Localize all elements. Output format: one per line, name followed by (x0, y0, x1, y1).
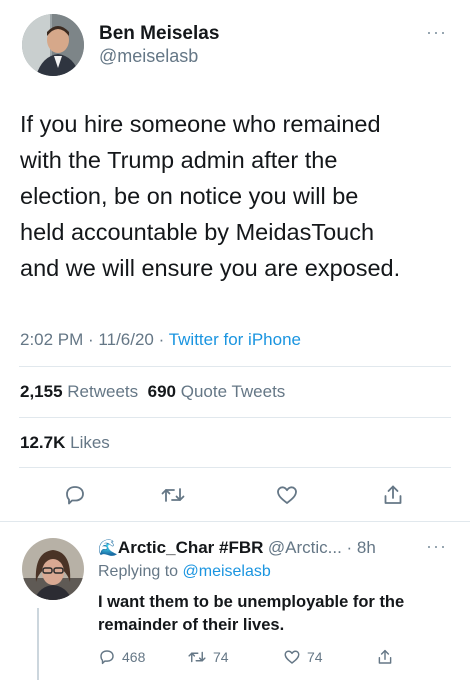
share-icon (384, 485, 402, 504)
divider (19, 417, 451, 418)
reply-like-count: 74 (307, 649, 323, 665)
reply-like-button[interactable]: 74 (283, 648, 323, 666)
heart-icon (277, 486, 297, 504)
reply-bubble-icon (66, 486, 84, 505)
reply-retweet-button[interactable]: 74 (187, 648, 229, 666)
meta-separator: · (83, 330, 99, 349)
likes-count: 12.7K (20, 433, 66, 452)
share-button[interactable] (378, 480, 408, 510)
author-name[interactable]: Ben Meiselas (99, 23, 219, 45)
section-divider (0, 521, 470, 522)
tweet-meta: 2:02 PM · 11/6/20 · Twitter for iPhone (20, 330, 301, 350)
author-avatar[interactable] (22, 14, 84, 76)
retweet-icon (161, 488, 185, 502)
divider (19, 467, 451, 468)
reply-retweet-count: 74 (213, 649, 229, 665)
replying-to: Replying to @meiselasb (98, 563, 271, 581)
quote-count: 690 (147, 382, 176, 401)
retweet-button[interactable] (158, 480, 188, 510)
reply-author-avatar[interactable] (22, 538, 84, 600)
reply-bubble-icon (100, 650, 114, 665)
wave-emoji: 🌊 (98, 540, 118, 557)
retweets-label: Retweets (67, 382, 139, 401)
likes-stats[interactable]: 12.7K Likes (20, 433, 110, 453)
quote-label: Quote Tweets (180, 382, 286, 401)
tweet-time[interactable]: 2:02 PM (20, 330, 83, 349)
like-button[interactable] (272, 480, 302, 510)
reply-separator: · (341, 538, 357, 557)
reply-reply-count: 468 (122, 649, 146, 665)
reply-share-button[interactable] (376, 648, 394, 666)
heart-icon (284, 650, 300, 664)
reply-reply-button[interactable]: 468 (98, 648, 145, 666)
retweet-stats[interactable]: 2,155 Retweets 690 Quote Tweets (20, 382, 285, 402)
retweets-count: 2,155 (20, 382, 63, 401)
replying-prefix: Replying to (98, 563, 179, 580)
reply-header: 🌊Arctic_Char #FBR @Arctic... · 8h (98, 538, 376, 558)
divider (19, 366, 451, 367)
reply-age[interactable]: 8h (357, 538, 376, 557)
tweet-source[interactable]: Twitter for iPhone (169, 330, 301, 349)
more-horizontal-icon[interactable]: ··· (426, 536, 447, 557)
retweet-icon (188, 651, 206, 663)
tweet-date[interactable]: 11/6/20 (98, 330, 153, 349)
reply-author-handle[interactable]: @Arctic... (268, 538, 342, 557)
likes-label: Likes (70, 433, 110, 452)
meta-separator: · (153, 330, 169, 349)
reply-text: I want them to be unemployable for the r… (98, 593, 405, 634)
reply-author-name[interactable]: Arctic_Char #FBR (118, 538, 264, 557)
replying-to-handle[interactable]: @meiselasb (183, 563, 271, 580)
more-horizontal-icon[interactable]: ··· (426, 22, 447, 43)
reply-button[interactable] (60, 480, 90, 510)
tweet-text: If you hire someone who remained with th… (20, 111, 401, 281)
thread-connector (37, 608, 39, 680)
author-handle[interactable]: @meiselasb (99, 46, 198, 67)
share-icon (378, 649, 392, 664)
